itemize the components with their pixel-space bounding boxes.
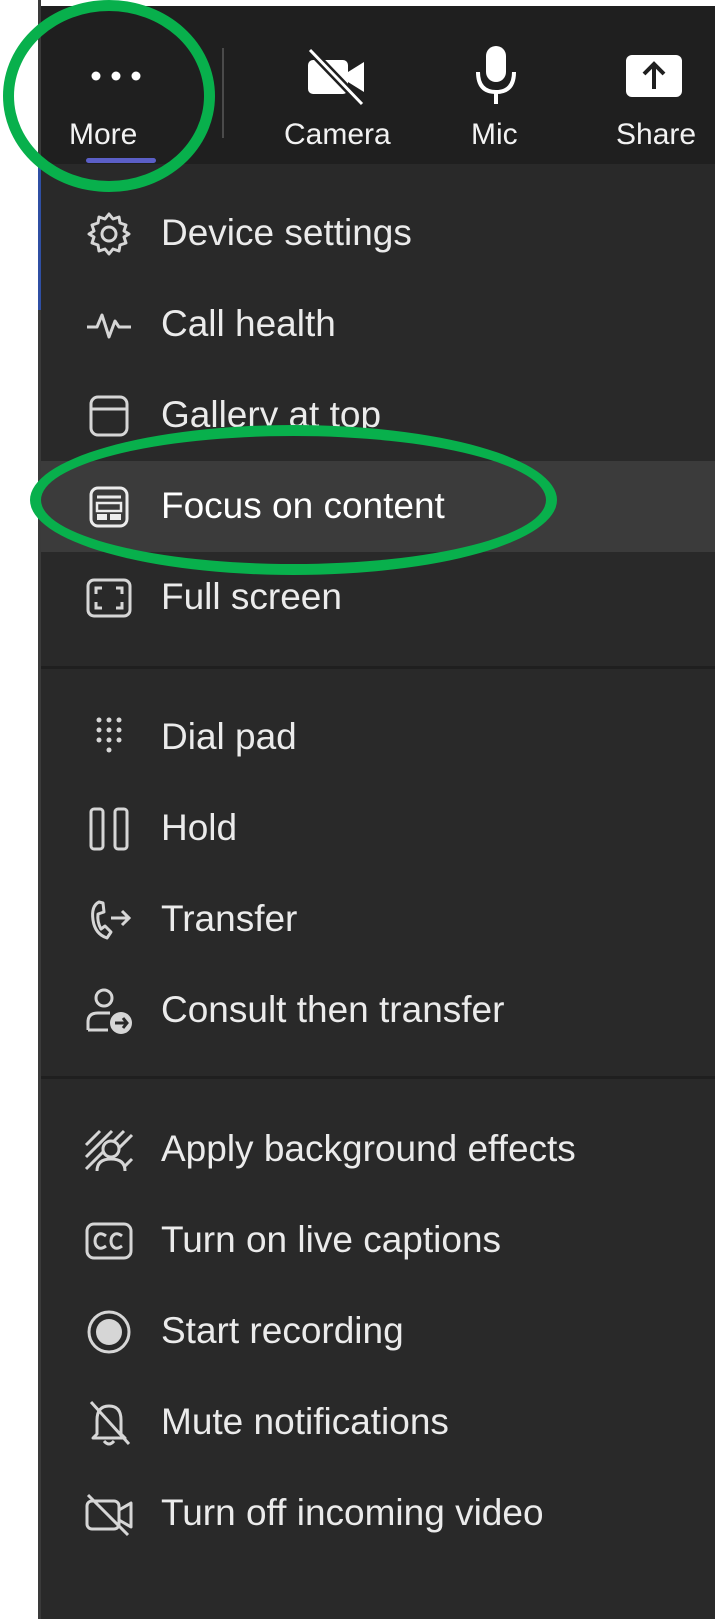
menu-item-label: Hold	[161, 807, 238, 848]
menu-item-label: Transfer	[161, 898, 298, 939]
menu-item-label: Consult then transfer	[161, 989, 505, 1030]
menu-item-label: Gallery at top	[161, 394, 382, 435]
call-window: More Camera Mic Share Device settings Ca…	[41, 6, 715, 1619]
menu-item-transfer[interactable]: Transfer	[41, 874, 715, 965]
focus-content-icon	[83, 481, 135, 533]
more-selected-indicator	[86, 158, 156, 163]
menu-item-apply-background-effects[interactable]: Apply background effects	[41, 1104, 715, 1195]
menu-item-label: Start recording	[161, 1310, 404, 1351]
menu-item-consult-then-transfer[interactable]: Consult then transfer	[41, 965, 715, 1056]
menu-item-label: Dial pad	[161, 716, 297, 757]
more-dots-icon	[76, 36, 156, 116]
more-button[interactable]: More	[41, 6, 191, 164]
gear-icon	[83, 208, 135, 260]
menu-item-device-settings[interactable]: Device settings	[41, 188, 715, 279]
dialpad-icon	[83, 712, 135, 764]
menu-item-hold[interactable]: Hold	[41, 783, 715, 874]
share-icon	[614, 36, 694, 116]
menu-item-gallery-at-top[interactable]: Gallery at top	[41, 370, 715, 461]
consult-transfer-icon	[83, 985, 135, 1037]
camera-button[interactable]: Camera	[271, 6, 411, 164]
menu-item-focus-on-content[interactable]: Focus on content	[41, 461, 715, 552]
record-icon	[83, 1306, 135, 1358]
menu-item-label: Mute notifications	[161, 1401, 449, 1442]
captions-icon	[83, 1215, 135, 1267]
transfer-icon	[83, 894, 135, 946]
toolbar-separator	[222, 48, 224, 138]
mic-button[interactable]: Mic	[456, 6, 546, 164]
menu-item-call-health[interactable]: Call health	[41, 279, 715, 370]
bell-off-icon	[83, 1397, 135, 1449]
menu-item-mute-notifications[interactable]: Mute notifications	[41, 1377, 715, 1468]
call-toolbar: More Camera Mic Share	[41, 6, 715, 164]
hold-icon	[83, 803, 135, 855]
menu-item-label: Full screen	[161, 576, 342, 617]
menu-item-label: Apply background effects	[161, 1128, 576, 1169]
menu-item-label: Focus on content	[161, 485, 445, 526]
menu-item-label: Turn off incoming video	[161, 1492, 544, 1533]
camera-off-icon	[297, 36, 377, 116]
share-label: Share	[616, 118, 697, 151]
menu-item-label: Call health	[161, 303, 336, 344]
menu-item-turn-off-incoming-video[interactable]: Turn off incoming video	[41, 1468, 715, 1559]
menu-item-label: Device settings	[161, 212, 412, 253]
menu-item-full-screen[interactable]: Full screen	[41, 552, 715, 643]
menu-item-start-recording[interactable]: Start recording	[41, 1286, 715, 1377]
mic-icon	[456, 36, 536, 116]
menu-item-dial-pad[interactable]: Dial pad	[41, 692, 715, 783]
menu-divider	[41, 666, 715, 669]
camera-label: Camera	[284, 118, 391, 151]
menu-item-turn-on-live-captions[interactable]: Turn on live captions	[41, 1195, 715, 1286]
background-effects-icon	[83, 1124, 135, 1176]
menu-item-label: Turn on live captions	[161, 1219, 502, 1260]
more-label: More	[69, 118, 138, 151]
pulse-icon	[83, 299, 135, 351]
mic-label: Mic	[471, 118, 518, 151]
menu-divider	[41, 1076, 715, 1079]
share-button[interactable]: Share	[606, 6, 715, 164]
fullscreen-icon	[83, 572, 135, 624]
gallery-top-icon	[83, 390, 135, 442]
video-off-icon	[83, 1488, 135, 1540]
